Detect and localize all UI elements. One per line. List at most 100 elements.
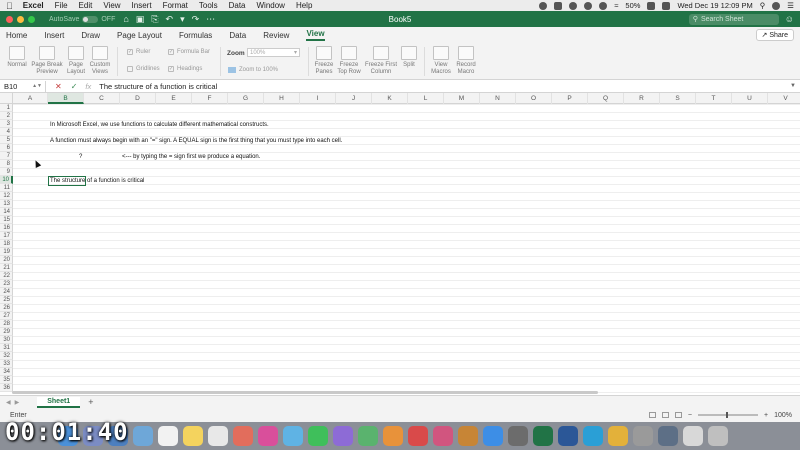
- column-header-s[interactable]: S: [660, 93, 696, 104]
- flag-icon[interactable]: [662, 1, 671, 10]
- cell-b5[interactable]: A function must always begin with an "="…: [50, 137, 342, 145]
- column-header-l[interactable]: L: [408, 93, 444, 104]
- menu-data[interactable]: Data: [229, 1, 246, 10]
- page-layout-icon[interactable]: [661, 412, 669, 418]
- column-header-u[interactable]: U: [732, 93, 768, 104]
- tab-review[interactable]: Review: [263, 31, 289, 40]
- row-header-21[interactable]: 21: [0, 264, 13, 272]
- tab-data[interactable]: Data: [229, 31, 246, 40]
- add-sheet-button[interactable]: +: [88, 397, 93, 407]
- menu-format[interactable]: Format: [163, 1, 188, 10]
- zoom-dropdown[interactable]: 100% ▾: [247, 48, 300, 57]
- close-window-button[interactable]: [6, 15, 13, 23]
- freeze-first-column-button[interactable]: Freeze First Column: [363, 46, 399, 75]
- freeze-panes-button[interactable]: Freeze Panes: [313, 46, 335, 75]
- row-header-5[interactable]: 5: [0, 136, 13, 144]
- menu-insert[interactable]: Insert: [132, 1, 152, 10]
- books-icon[interactable]: [458, 426, 478, 446]
- chrome-icon[interactable]: [608, 426, 628, 446]
- row-header-23[interactable]: 23: [0, 280, 13, 288]
- column-header-f[interactable]: F: [192, 93, 228, 104]
- autosave-toggle[interactable]: AutoSave OFF: [49, 15, 115, 23]
- ruler-checkbox[interactable]: ✓ Ruler: [127, 49, 150, 55]
- preview-icon[interactable]: [633, 426, 653, 446]
- home-icon[interactable]: ⌂: [123, 14, 128, 25]
- select-all-corner[interactable]: [0, 93, 13, 104]
- row-header-4[interactable]: 4: [0, 128, 13, 136]
- row-header-32[interactable]: 32: [0, 352, 13, 360]
- gridlines-checkbox[interactable]: Gridlines: [127, 66, 160, 72]
- page-break-icon[interactable]: [674, 412, 682, 418]
- row-header-18[interactable]: 18: [0, 240, 13, 248]
- column-header-o[interactable]: O: [516, 93, 552, 104]
- trash-icon[interactable]: [708, 426, 728, 446]
- row-header-12[interactable]: 12: [0, 192, 13, 200]
- tab-draw[interactable]: Draw: [81, 31, 100, 40]
- menu-window[interactable]: Window: [257, 1, 285, 10]
- news-icon[interactable]: [408, 426, 428, 446]
- cancel-entry-icon[interactable]: ✕: [55, 82, 62, 91]
- tab-formulas[interactable]: Formulas: [179, 31, 212, 40]
- row-header-27[interactable]: 27: [0, 312, 13, 320]
- downloads-icon[interactable]: [683, 426, 703, 446]
- sheet-nav-arrows-icon[interactable]: ◀▶: [6, 399, 23, 406]
- cell-b7[interactable]: ?: [79, 153, 82, 161]
- column-header-k[interactable]: K: [372, 93, 408, 104]
- row-header-1[interactable]: 1: [0, 104, 13, 112]
- messages-icon[interactable]: [283, 426, 303, 446]
- skype-icon[interactable]: [569, 1, 578, 10]
- freeze-top-row-button[interactable]: Freeze Top Row: [336, 46, 362, 75]
- music-icon[interactable]: [433, 426, 453, 446]
- split-button[interactable]: Split: [400, 46, 418, 69]
- row-header-13[interactable]: 13: [0, 200, 13, 208]
- column-header-g[interactable]: G: [228, 93, 264, 104]
- menu-edit[interactable]: Edit: [79, 1, 93, 10]
- row-header-10[interactable]: 10: [0, 176, 13, 184]
- screen-icon[interactable]: [554, 1, 563, 10]
- print-icon[interactable]: ⎘: [151, 14, 158, 25]
- row-header-16[interactable]: 16: [0, 224, 13, 232]
- maps-icon[interactable]: [233, 426, 253, 446]
- row-header-2[interactable]: 2: [0, 112, 13, 120]
- skype-icon[interactable]: [583, 426, 603, 446]
- undo-icon[interactable]: ↶: [166, 14, 174, 25]
- app-store-icon[interactable]: [483, 426, 503, 446]
- column-header-a[interactable]: A: [13, 93, 48, 104]
- minimize-window-button[interactable]: [17, 15, 24, 23]
- sync-icon[interactable]: [584, 1, 593, 10]
- tab-page-layout[interactable]: Page Layout: [117, 31, 162, 40]
- column-header-c[interactable]: C: [84, 93, 120, 104]
- record-macro-button[interactable]: Record Macro: [454, 46, 478, 75]
- siri-icon[interactable]: [772, 1, 781, 10]
- row-header-15[interactable]: 15: [0, 216, 13, 224]
- worksheet-grid[interactable]: ABCDEFGHIJKLMNOPQRSTUV 1 2 3 4 5 6 7 8 9 10 11 12 13…: [0, 93, 800, 395]
- menu-view[interactable]: View: [103, 1, 120, 10]
- row-header-9[interactable]: 9: [0, 168, 13, 176]
- insert-function-icon[interactable]: fx: [85, 82, 91, 91]
- headings-checkbox[interactable]: ✓ Headings: [168, 66, 202, 72]
- cell-b10[interactable]: The structure of a function is critical: [50, 177, 144, 185]
- formula-bar-checkbox[interactable]: ✓ Formula Bar: [168, 49, 210, 55]
- menu-app-excel[interactable]: Excel: [23, 1, 44, 10]
- more-icon[interactable]: ⋯: [206, 14, 215, 25]
- row-header-33[interactable]: 33: [0, 360, 13, 368]
- column-header-n[interactable]: N: [480, 93, 516, 104]
- reminders-icon[interactable]: [208, 426, 228, 446]
- pages-icon[interactable]: [383, 426, 403, 446]
- excel-icon[interactable]: [533, 426, 553, 446]
- column-header-r[interactable]: R: [624, 93, 660, 104]
- facetime-icon[interactable]: [308, 426, 328, 446]
- spotlight-icon[interactable]: ⚲: [760, 1, 766, 10]
- zoom-in-icon[interactable]: +: [764, 412, 768, 419]
- zoom-to-100-button[interactable]: Zoom to 100%: [228, 67, 278, 73]
- account-icon[interactable]: ☺: [785, 14, 794, 24]
- column-header-p[interactable]: P: [552, 93, 588, 104]
- row-header-7[interactable]: 7: [0, 152, 13, 160]
- photos-icon[interactable]: [258, 426, 278, 446]
- column-header-b[interactable]: B: [48, 93, 84, 104]
- row-header-26[interactable]: 26: [0, 304, 13, 312]
- sheet-tab-sheet1[interactable]: Sheet1: [37, 396, 81, 408]
- horizontal-scrollbar[interactable]: [12, 391, 598, 394]
- cell-b3[interactable]: In Microsoft Excel, we use functions to …: [50, 121, 269, 129]
- row-header-8[interactable]: 8: [0, 160, 13, 168]
